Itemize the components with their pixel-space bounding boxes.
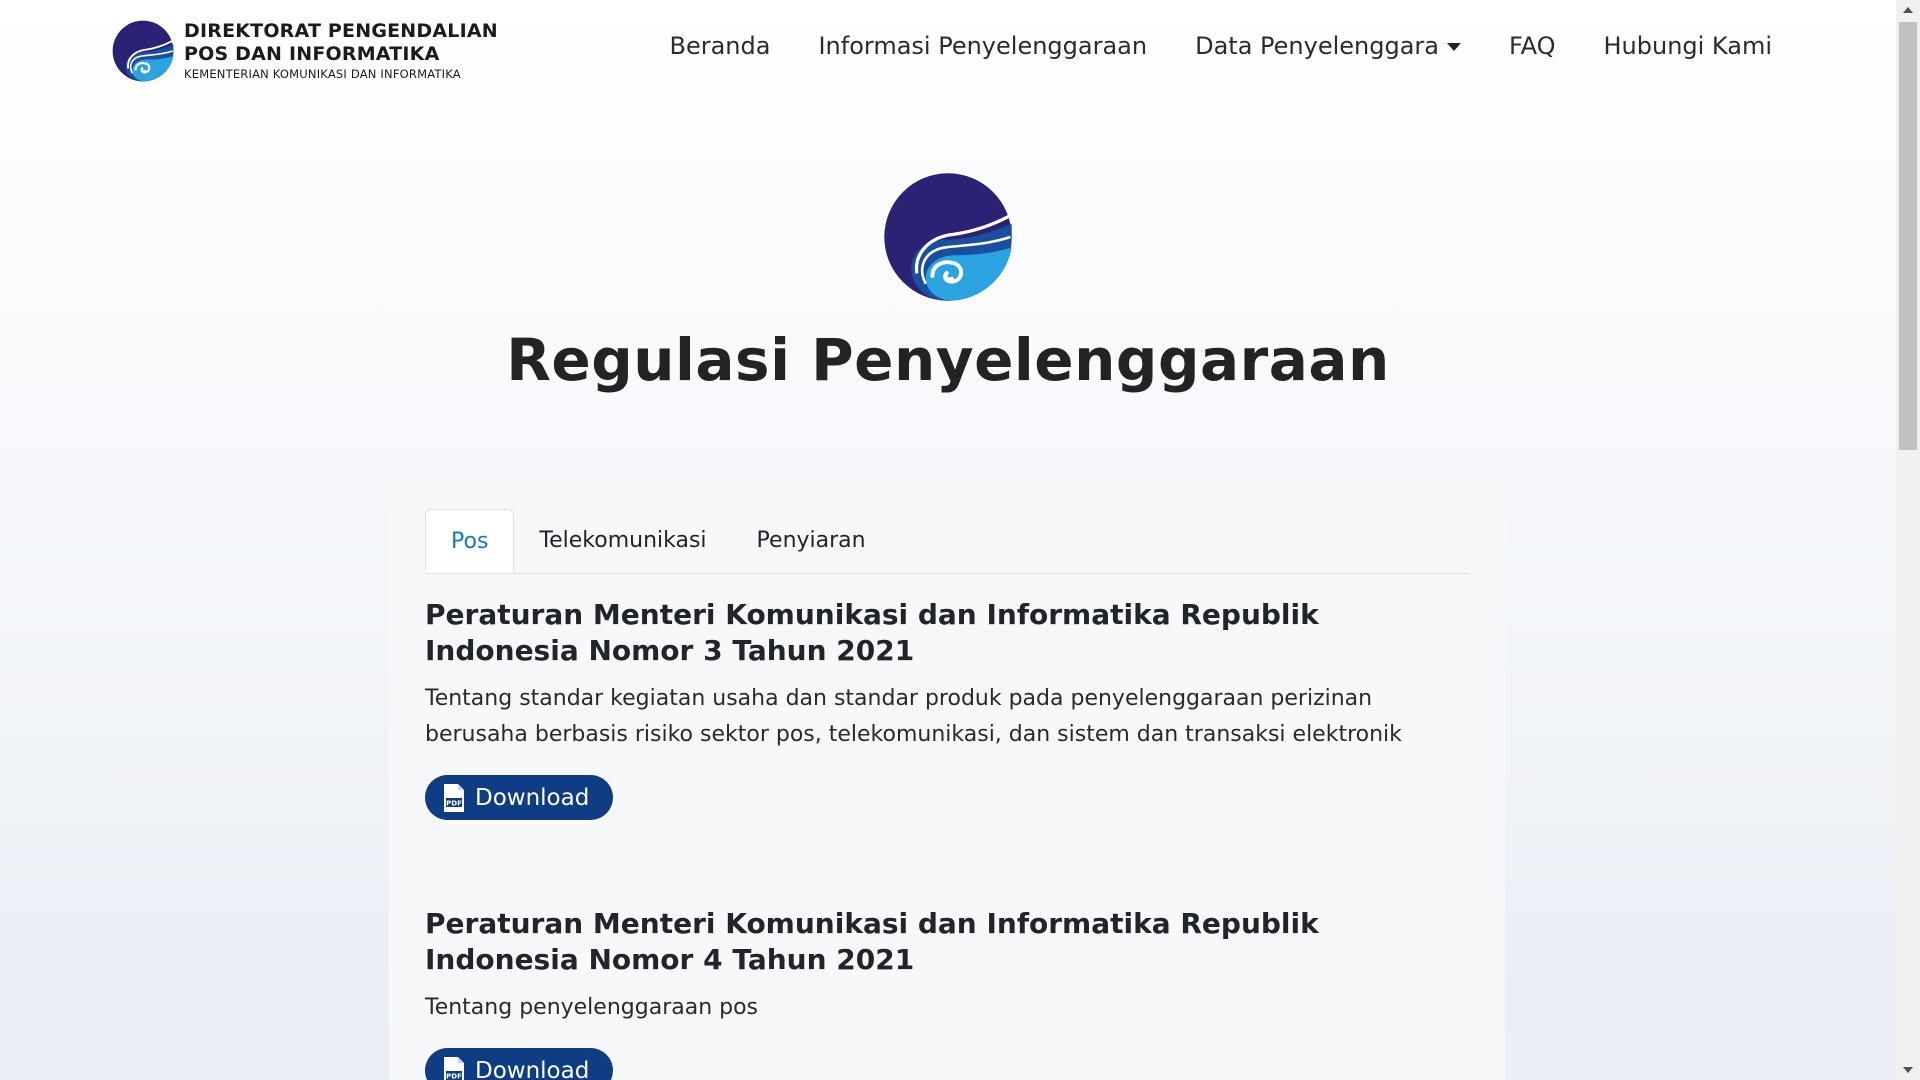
kominfo-logo-icon — [884, 173, 1012, 301]
tab-pos[interactable]: Pos — [425, 509, 515, 573]
regulation-item: Peraturan Menteri Komunikasi dan Informa… — [425, 597, 1469, 820]
nav-dropdown-data-penyelenggara[interactable]: Data Penyelenggara — [1195, 32, 1461, 60]
nav-menu: Beranda Informasi Penyelenggaraan Data P… — [669, 32, 1772, 60]
regulation-item: Peraturan Menteri Komunikasi dan Informa… — [425, 906, 1469, 1080]
nav-link-beranda[interactable]: Beranda — [669, 32, 770, 60]
nav-link-faq[interactable]: FAQ — [1509, 32, 1556, 60]
nav-dropdown-label: Data Penyelenggara — [1195, 32, 1439, 60]
brand-subtitle: KEMENTERIAN KOMUNIKASI DAN INFORMATIKA — [184, 67, 461, 81]
download-button-label: Download — [475, 784, 590, 811]
page-viewport: DIREKTORAT PENGENDALIAN POS DAN INFORMAT… — [0, 0, 1896, 1080]
tab-penyiaran[interactable]: Penyiaran — [732, 509, 891, 572]
regulation-card: Pos Telekomunikasi Penyiaran Peraturan M… — [389, 473, 1505, 1080]
nav-link-hubungi-kami[interactable]: Hubungi Kami — [1603, 32, 1772, 60]
page-scrollbar[interactable] — [1896, 0, 1920, 1080]
regulation-tabs: Pos Telekomunikasi Penyiaran — [425, 509, 1469, 574]
kominfo-logo-icon — [112, 20, 174, 82]
download-button-label: Download — [475, 1057, 590, 1080]
regulation-title: Peraturan Menteri Komunikasi dan Informa… — [425, 598, 1319, 667]
scroll-down-arrow-icon[interactable] — [1903, 1067, 1913, 1073]
pdf-file-icon: PDF — [444, 783, 464, 812]
regulation-title: Peraturan Menteri Komunikasi dan Informa… — [425, 907, 1319, 976]
scroll-up-arrow-icon[interactable] — [1903, 7, 1913, 13]
brand-title-line2: POS DAN INFORMATIKA — [184, 43, 440, 65]
svg-text:PDF: PDF — [446, 1072, 462, 1080]
scrollbar-thumb[interactable] — [1899, 22, 1917, 450]
svg-text:PDF: PDF — [446, 799, 462, 807]
brand-title-line1: DIREKTORAT PENGENDALIAN — [184, 20, 498, 42]
tab-telekomunikasi[interactable]: Telekomunikasi — [514, 509, 731, 572]
regulation-description: Tentang penyelenggaraan pos — [425, 995, 759, 1020]
download-button[interactable]: PDF Download — [425, 775, 614, 820]
pdf-file-icon: PDF — [444, 1056, 464, 1080]
page-title: Regulasi Penyelenggaraan — [506, 326, 1390, 394]
top-navbar: DIREKTORAT PENGENDALIAN POS DAN INFORMAT… — [0, 0, 1896, 104]
download-button[interactable]: PDF Download — [425, 1048, 614, 1080]
brand-home-link[interactable]: DIREKTORAT PENGENDALIAN POS DAN INFORMAT… — [112, 20, 498, 82]
regulation-description: Tentang standar kegiatan usaha dan stand… — [425, 686, 1402, 747]
caret-down-icon — [1446, 43, 1461, 51]
nav-link-informasi-penyelenggaraan[interactable]: Informasi Penyelenggaraan — [818, 32, 1147, 60]
